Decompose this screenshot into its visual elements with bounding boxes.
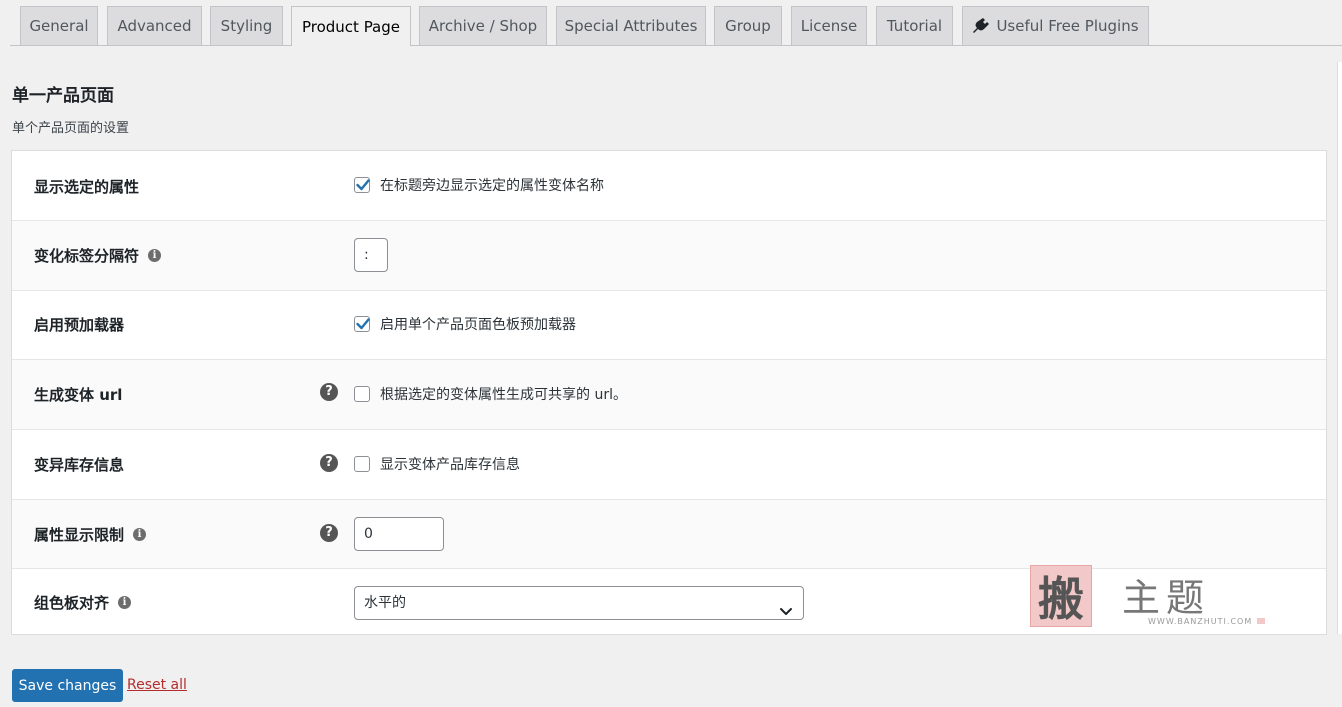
tab-tutorial[interactable]: Tutorial xyxy=(876,6,953,45)
reset-all-link[interactable]: Reset all xyxy=(127,677,187,693)
settings-tabs: General Advanced Styling Product Page Ar… xyxy=(0,0,1342,46)
help-icon[interactable]: ? xyxy=(320,383,338,401)
setting-label-text: 启用预加载器 xyxy=(34,316,125,334)
stock-info-checkbox[interactable] xyxy=(354,456,370,472)
setting-label: 变异库存信息 xyxy=(34,454,124,475)
page-description: 单个产品页面的设置 xyxy=(12,121,130,136)
tab-general[interactable]: General xyxy=(20,6,98,45)
display-limit-input[interactable]: 0 xyxy=(354,517,444,551)
enable-preloader-checkbox-label[interactable]: 启用单个产品页面色板预加载器 xyxy=(380,314,576,334)
plug-icon xyxy=(972,17,990,35)
setting-label-text: 组色板对齐 xyxy=(34,594,110,612)
show-selected-attribute-checkbox[interactable] xyxy=(354,177,370,193)
tab-special-attributes[interactable]: Special Attributes xyxy=(556,6,706,45)
scrollbar[interactable] xyxy=(1337,62,1342,634)
stock-info-checkbox-label[interactable]: 显示变体产品库存信息 xyxy=(380,454,520,474)
generate-url-checkbox[interactable] xyxy=(354,386,370,402)
setting-row-label-separator: 变化标签分隔符 i : xyxy=(12,221,1326,291)
setting-label: 属性显示限制 i xyxy=(34,524,147,545)
swatch-align-select[interactable]: 水平的 xyxy=(354,586,804,620)
setting-label-text: 显示选定的属性 xyxy=(34,178,140,196)
setting-row-enable-preloader: 启用预加载器 启用单个产品页面色板预加载器 xyxy=(12,291,1326,360)
enable-preloader-checkbox[interactable] xyxy=(354,316,370,332)
setting-row-show-selected-attribute: 显示选定的属性 在标题旁边显示选定的属性变体名称 xyxy=(12,151,1326,221)
tab-archive-shop[interactable]: Archive / Shop xyxy=(419,6,547,45)
setting-label-text: 属性显示限制 xyxy=(34,526,125,544)
label-separator-input[interactable]: : xyxy=(354,238,388,272)
watermark: 搬 主题 WWW.BANZHUTI.COM xyxy=(1030,565,1270,631)
settings-panel: 显示选定的属性 在标题旁边显示选定的属性变体名称 变化标签分隔符 i : 启用预… xyxy=(11,150,1327,635)
chevron-down-icon xyxy=(779,597,793,629)
setting-row-swatch-align: 组色板对齐 i 水平的 搬 主题 WWW.BANZHUTI.COM xyxy=(12,565,1326,634)
show-selected-attribute-checkbox-label[interactable]: 在标题旁边显示选定的属性变体名称 xyxy=(380,175,604,195)
generate-url-checkbox-label[interactable]: 根据选定的变体属性生成可共享的 url。 xyxy=(380,384,627,404)
setting-label: 变化标签分隔符 i xyxy=(34,245,162,266)
tab-group[interactable]: Group xyxy=(714,6,782,45)
help-icon[interactable]: ? xyxy=(320,524,338,542)
watermark-url: WWW.BANZHUTI.COM xyxy=(1148,617,1265,626)
setting-label-text: 变化标签分隔符 xyxy=(34,247,140,265)
info-icon[interactable]: i xyxy=(118,596,132,609)
setting-label: 生成变体 url xyxy=(34,384,122,405)
watermark-logo: 搬 xyxy=(1030,565,1092,627)
tab-license[interactable]: License xyxy=(791,6,867,45)
setting-label: 显示选定的属性 xyxy=(34,176,139,197)
save-changes-button[interactable]: Save changes xyxy=(12,669,123,702)
info-icon[interactable]: i xyxy=(148,249,162,262)
info-icon[interactable]: i xyxy=(133,528,147,541)
setting-label-text: 变异库存信息 xyxy=(34,456,125,474)
tab-styling[interactable]: Styling xyxy=(210,6,283,45)
setting-row-stock-info: 变异库存信息 ? 显示变体产品库存信息 xyxy=(12,430,1326,500)
tab-useful-free-plugins-label: Useful Free Plugins xyxy=(996,17,1139,35)
setting-row-display-limit: 属性显示限制 i ? 0 xyxy=(12,500,1326,569)
setting-row-generate-url: 生成变体 url ? 根据选定的变体属性生成可共享的 url。 xyxy=(12,360,1326,430)
tab-advanced[interactable]: Advanced xyxy=(107,6,202,45)
setting-label-text: 生成变体 url xyxy=(34,386,123,404)
watermark-text: 主题 xyxy=(1122,576,1211,620)
help-icon[interactable]: ? xyxy=(320,454,338,472)
swatch-align-selected-value: 水平的 xyxy=(364,595,406,611)
setting-label: 组色板对齐 i xyxy=(34,592,132,613)
setting-label: 启用预加载器 xyxy=(34,314,124,335)
page-title: 单一产品页面 xyxy=(12,86,114,106)
tab-useful-free-plugins[interactable]: Useful Free Plugins xyxy=(962,6,1149,45)
tab-product-page[interactable]: Product Page xyxy=(291,6,411,46)
